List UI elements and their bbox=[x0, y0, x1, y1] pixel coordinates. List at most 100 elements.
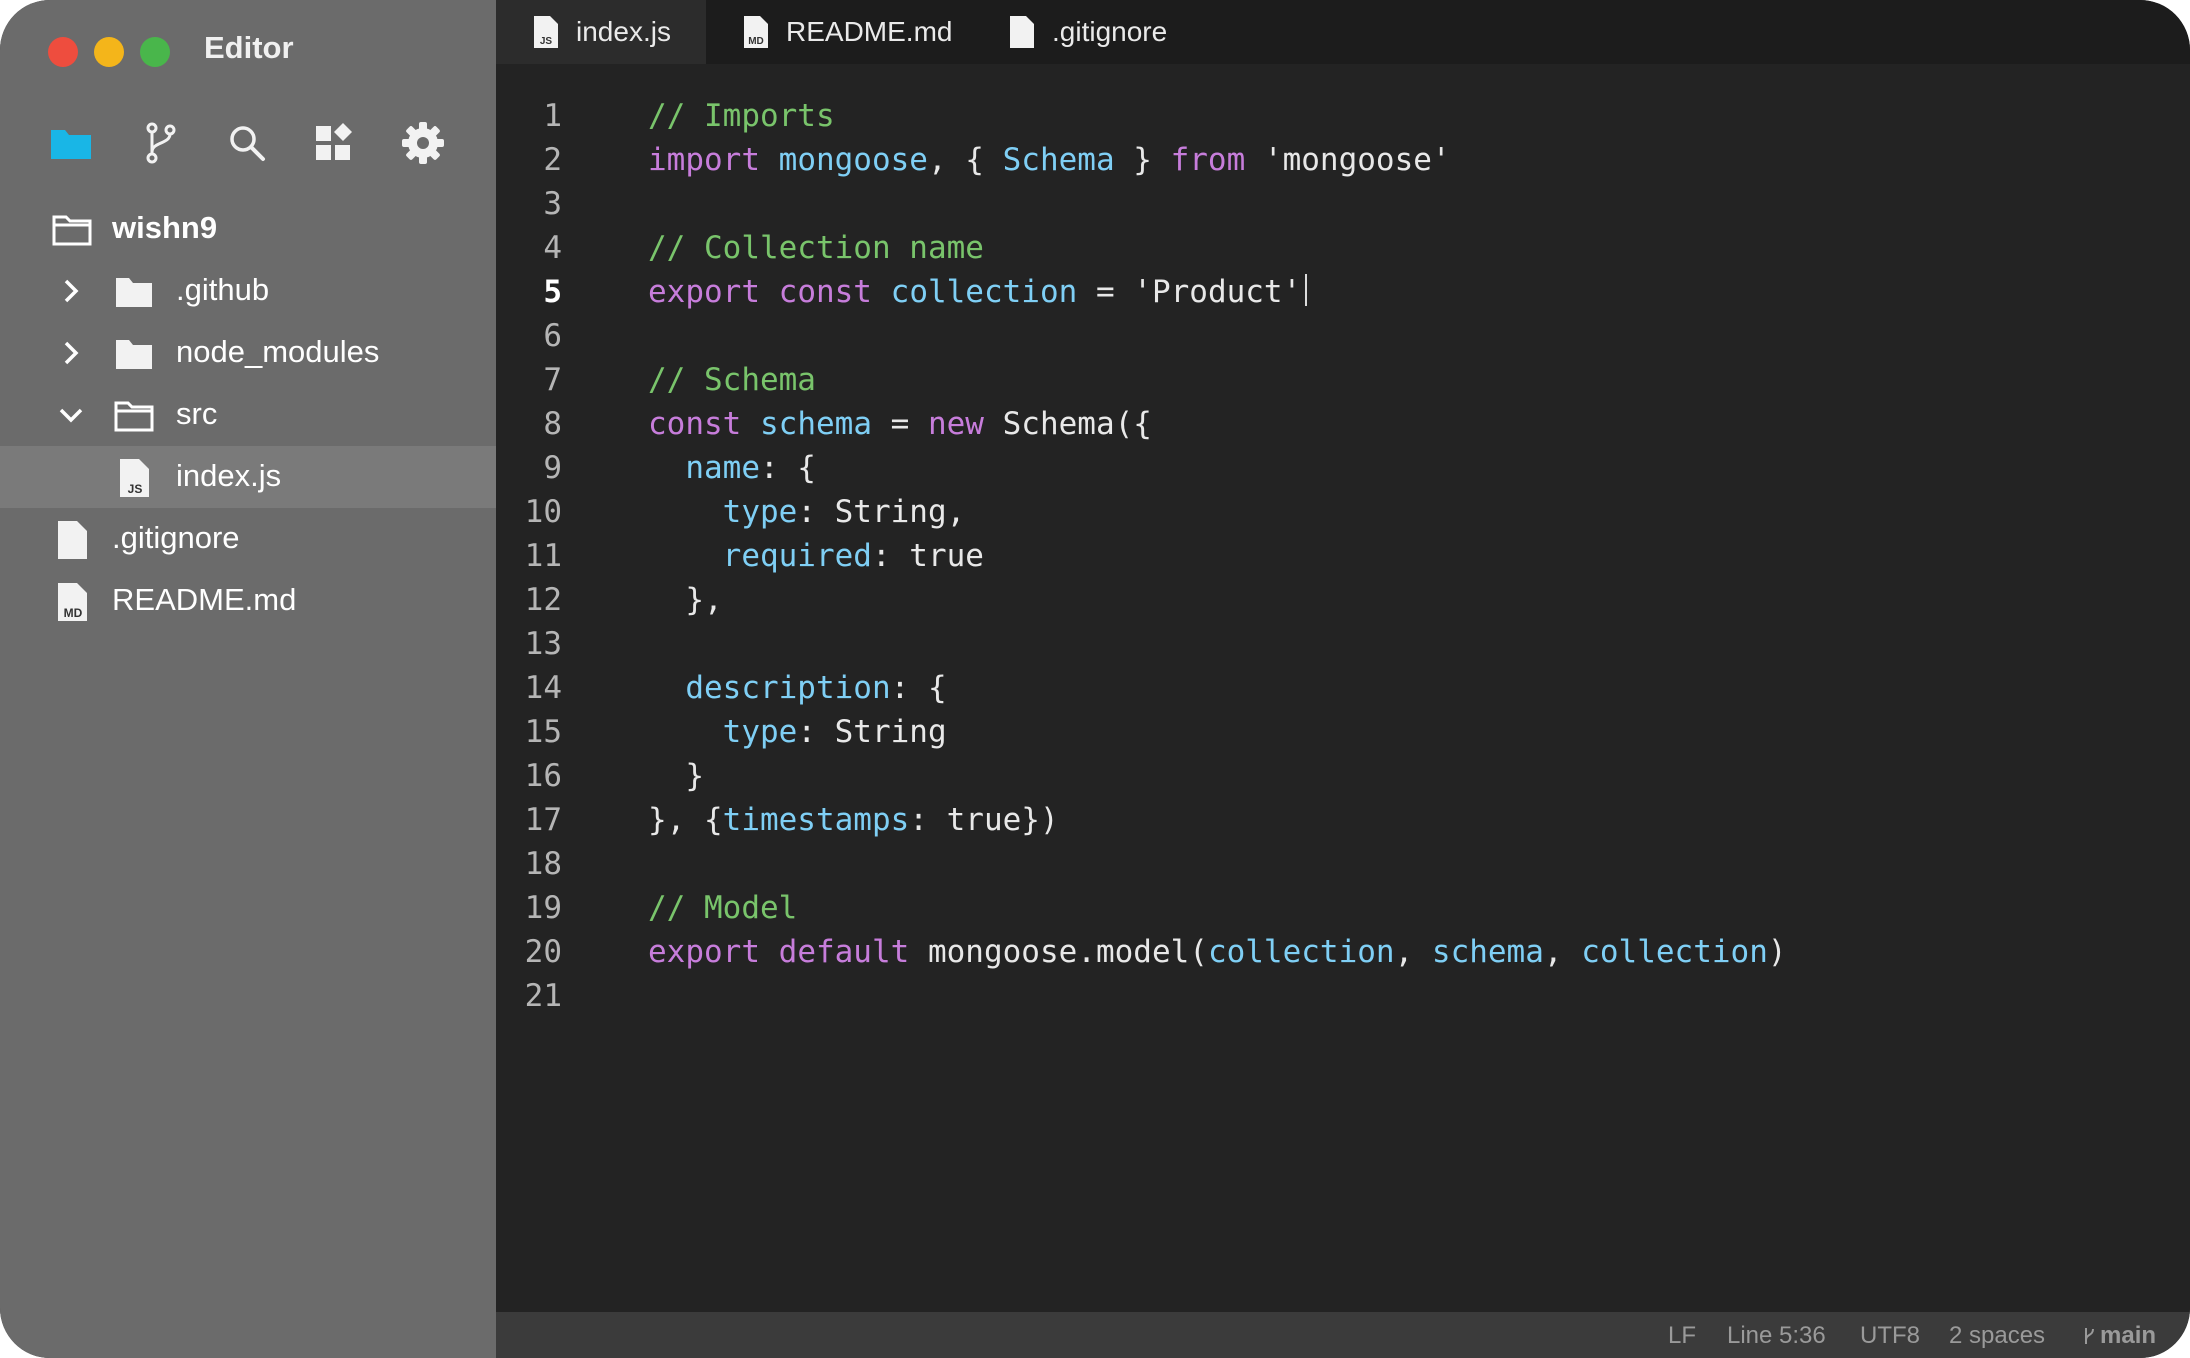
line-number: 3 bbox=[543, 186, 562, 222]
code-line[interactable]: name: { bbox=[648, 450, 816, 486]
code-token: Schema({ bbox=[983, 406, 1152, 442]
extensions-icon bbox=[316, 123, 352, 160]
chevron-down-icon[interactable] bbox=[56, 400, 86, 430]
tree-item-index-js[interactable]: JS index.js bbox=[0, 446, 496, 508]
tree-item-label: .gitignore bbox=[112, 520, 240, 555]
code-token: import bbox=[648, 142, 760, 178]
code-line[interactable]: // Imports bbox=[648, 98, 835, 134]
line-number: 21 bbox=[524, 978, 562, 1014]
code-token: // Imports bbox=[648, 98, 835, 134]
code-line[interactable]: import mongoose, { Schema } from 'mongoo… bbox=[648, 142, 1451, 178]
tree-item-label: .github bbox=[176, 272, 270, 307]
branch-status[interactable]: main bbox=[2082, 1322, 2156, 1350]
chevron-right-icon[interactable] bbox=[56, 276, 86, 306]
code-token: schema bbox=[760, 406, 872, 442]
tab-readme[interactable]: MD README.md bbox=[706, 0, 956, 64]
tab-label: .gitignore bbox=[1052, 16, 1168, 47]
code-token: schema bbox=[1431, 934, 1544, 970]
code-token: new bbox=[927, 406, 984, 442]
tab-label: index.js bbox=[576, 16, 671, 47]
extensions-button[interactable] bbox=[312, 120, 358, 166]
code-token: : String, bbox=[797, 494, 966, 530]
tree-item-src[interactable]: src bbox=[0, 384, 496, 446]
tree-item-github[interactable]: .github bbox=[0, 260, 496, 322]
line-number: 18 bbox=[524, 846, 562, 882]
code-token: collection bbox=[890, 274, 1078, 310]
git-branch-icon bbox=[2085, 1328, 2094, 1344]
sidebar: Editor wishn9 .github node_modules src J… bbox=[0, 0, 496, 1358]
line-number: 2 bbox=[543, 142, 562, 178]
tree-item-node-modules[interactable]: node_modules bbox=[0, 322, 496, 384]
minimize-window-button[interactable] bbox=[94, 37, 124, 67]
code-token: } bbox=[1114, 142, 1171, 178]
code-token: ) bbox=[1767, 934, 1787, 970]
line-ending-status[interactable]: LF bbox=[1668, 1322, 1696, 1350]
js-file-icon: JS bbox=[120, 459, 149, 497]
code-token: collection bbox=[1581, 934, 1768, 970]
folder-open-icon bbox=[52, 215, 92, 246]
code-token: }, bbox=[648, 582, 723, 618]
tree-item-label: node_modules bbox=[176, 334, 380, 369]
js-badge-text: JS bbox=[540, 36, 553, 47]
tree-root-folder[interactable]: wishn9 bbox=[0, 198, 496, 260]
code-line[interactable]: description: { bbox=[648, 670, 946, 706]
code-line[interactable]: type: String bbox=[648, 714, 947, 750]
indentation-status[interactable]: 2 spaces bbox=[1949, 1322, 2045, 1350]
tab-gitignore[interactable]: .gitignore bbox=[956, 0, 1176, 64]
code-token: export bbox=[648, 934, 760, 970]
code-line[interactable]: // Model bbox=[648, 890, 797, 926]
code-line[interactable]: }, bbox=[648, 582, 723, 618]
window-title: Editor bbox=[204, 30, 294, 65]
settings-button[interactable] bbox=[400, 120, 446, 166]
md-badge-text: MD bbox=[748, 36, 764, 47]
code-line[interactable]: const schema = new Schema({ bbox=[648, 406, 1152, 442]
js-badge-text: JS bbox=[128, 482, 143, 496]
code-token: const bbox=[648, 406, 742, 442]
code-editor[interactable]: 1 // Imports 2 import mongoose, { Schema } … bbox=[496, 64, 2190, 1312]
search-button[interactable] bbox=[224, 120, 270, 166]
encoding-status[interactable]: UTF8 bbox=[1860, 1322, 1920, 1350]
line-number: 13 bbox=[524, 626, 562, 662]
zoom-window-button[interactable] bbox=[140, 37, 170, 67]
code-token: required bbox=[722, 538, 872, 574]
cursor-position-status[interactable]: Line 5:36 bbox=[1727, 1322, 1826, 1350]
code-line[interactable]: // Schema bbox=[648, 362, 816, 398]
md-badge-text: MD bbox=[64, 606, 83, 620]
code-line[interactable]: } bbox=[648, 758, 704, 794]
line-number: 1 bbox=[543, 98, 562, 134]
code-token: from bbox=[1170, 142, 1246, 178]
search-icon bbox=[230, 126, 265, 161]
code-line[interactable]: export default mongoose.model(collection… bbox=[648, 934, 1787, 970]
code-token: collection bbox=[1207, 934, 1395, 970]
md-file-icon: MD bbox=[58, 583, 87, 621]
code-line[interactable]: export const collection = 'Product' bbox=[648, 274, 1308, 310]
source-control-button[interactable] bbox=[138, 120, 184, 166]
explorer-button[interactable] bbox=[48, 120, 94, 166]
code-line[interactable]: type: String, bbox=[648, 494, 966, 530]
code-token: const bbox=[778, 274, 872, 310]
chevron-right-icon[interactable] bbox=[56, 338, 86, 368]
code-token: } bbox=[648, 758, 704, 794]
tree-root-label: wishn9 bbox=[112, 210, 218, 245]
code-token: name bbox=[685, 450, 760, 486]
code-line[interactable]: required: true bbox=[648, 538, 984, 574]
code-line[interactable]: // Collection name bbox=[648, 230, 984, 266]
tab-bar: JS index.js MD README.md .gitignore bbox=[496, 0, 2190, 64]
close-window-button[interactable] bbox=[48, 37, 78, 67]
tree-item-gitignore[interactable]: .gitignore bbox=[0, 508, 496, 570]
text-caret bbox=[1305, 274, 1308, 306]
tree-item-readme[interactable]: MD README.md bbox=[0, 570, 496, 632]
git-branch-icon bbox=[146, 122, 176, 164]
code-token: , bbox=[1543, 934, 1582, 970]
line-number: 4 bbox=[543, 230, 562, 266]
tree-item-label: index.js bbox=[176, 458, 282, 493]
tab-index-js[interactable]: JS index.js bbox=[496, 0, 706, 64]
code-token: : true}) bbox=[909, 802, 1059, 838]
line-number: 19 bbox=[524, 890, 562, 926]
code-line[interactable]: }, {timestamps: true}) bbox=[648, 802, 1059, 838]
code-token: }, { bbox=[648, 802, 723, 838]
